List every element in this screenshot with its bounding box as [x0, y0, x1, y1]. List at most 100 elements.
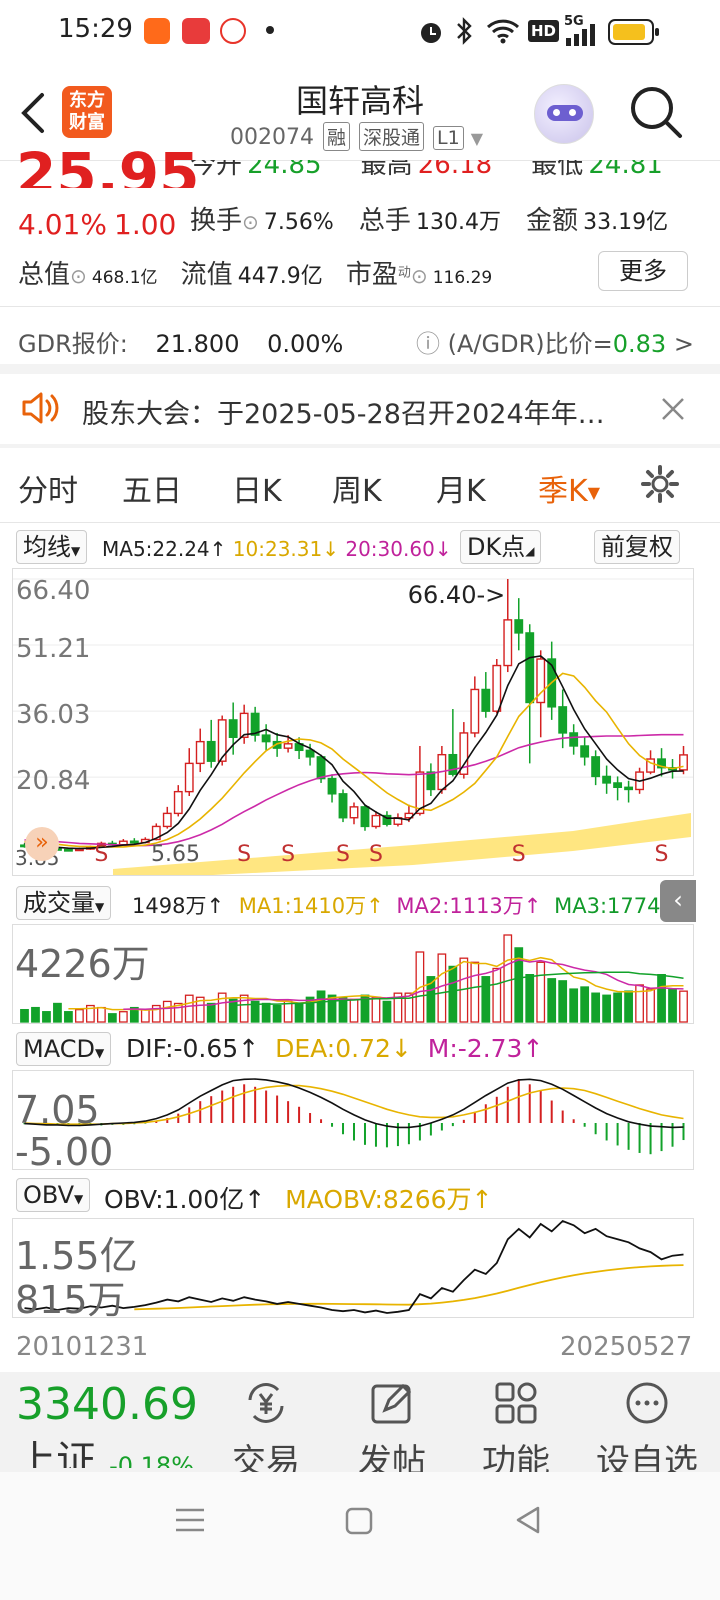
volume-bar	[668, 988, 677, 1023]
volume-bar	[624, 990, 633, 1023]
volume-bar	[371, 996, 381, 1023]
volume-bar	[349, 998, 359, 1023]
y-tick-label: 20.84	[16, 766, 90, 796]
volume-bar	[602, 994, 612, 1023]
pe-value: 116.29	[432, 268, 493, 288]
robot-assistant-icon[interactable]	[534, 84, 594, 144]
stock-code-line: 002074 融 深股通 L1 ▼	[230, 122, 483, 151]
candle-body	[371, 814, 381, 828]
notice-bar[interactable]: 股东大会：于2025-05-28召开2024年年…	[0, 374, 720, 444]
expand-double-chevron-icon[interactable]: »	[25, 827, 59, 861]
sell-signal-label: S	[336, 842, 350, 867]
volume-bar	[228, 998, 238, 1023]
candle-body	[283, 743, 293, 749]
candle-body	[338, 793, 348, 819]
tab-monthly-k[interactable]: 月K	[436, 466, 486, 510]
obv-selector[interactable]: OBV▼	[16, 1178, 91, 1212]
change-amount: 1.00	[114, 208, 177, 241]
volume-bar	[569, 988, 579, 1023]
candle-body	[228, 719, 238, 738]
more-button[interactable]: 更多	[598, 251, 688, 291]
kline-svg: 66.4051.2136.0320.8466.40->3.855.65SSSSS…	[13, 576, 693, 875]
back-triangle-icon[interactable]	[512, 1504, 542, 1536]
candle-body	[162, 812, 172, 828]
y-tick-label: 36.03	[16, 700, 90, 730]
volume-chart[interactable]: 4226万	[12, 924, 694, 1024]
nav-functions[interactable]: 功能	[456, 1380, 576, 1483]
tab-weekly-k[interactable]: 周K	[332, 466, 382, 510]
y-tick-label: -5.00	[15, 1130, 113, 1169]
stock-name: 国轩高科	[295, 82, 424, 120]
volume-selector[interactable]: 成交量▼	[16, 886, 112, 920]
ma5-value: MA5:22.24	[102, 537, 210, 561]
kline-chart[interactable]: 66.4051.2136.0320.8466.40->3.855.65SSSSS…	[12, 568, 694, 876]
maobv-line	[134, 1264, 684, 1311]
settings-gear-icon[interactable]	[640, 464, 680, 504]
dropdown-caret-icon: ▼	[71, 544, 81, 558]
weibo-app-icon	[220, 18, 246, 44]
candle-body	[613, 782, 623, 788]
volume-bar	[547, 978, 557, 1023]
nav-add-watchlist[interactable]: 设自选	[584, 1380, 710, 1483]
ma-selector[interactable]: 均线▼	[16, 530, 88, 564]
volume-bar	[382, 1000, 392, 1023]
volume-bar	[184, 994, 194, 1023]
info-icon[interactable]: ⊙	[70, 264, 87, 288]
dk-point-button[interactable]: DK点◢	[460, 530, 542, 564]
tab-quarterly-k[interactable]: 季K▼	[538, 466, 600, 510]
quote-row-2: 换手⊙ 7.56% 总手 130.4万 金额 33.19亿	[190, 200, 668, 237]
amount-label: 金额	[526, 206, 579, 236]
question-icon[interactable]: ⓘ	[416, 330, 440, 358]
nav-post[interactable]: 发帖	[332, 1380, 452, 1483]
gdr-ratio-line: ⓘ (A/GDR)比价=0.83 >	[416, 324, 694, 359]
candle-body	[206, 740, 216, 762]
chevron-down-icon[interactable]: ▼	[471, 129, 483, 148]
volume-bar	[481, 976, 491, 1023]
volume-bar	[272, 1004, 282, 1023]
adjust-button[interactable]: 前复权	[594, 530, 680, 564]
candle-body	[195, 740, 205, 765]
volume-bar	[217, 992, 227, 1023]
home-square-icon[interactable]	[344, 1506, 374, 1536]
volume-legend: 1498万↑ MA1:1410万↑ MA2:1113万↑ MA3:1774万↓	[132, 894, 699, 918]
dropdown-caret-icon: ▼	[94, 1046, 105, 1060]
candle-body	[184, 762, 194, 793]
gdr-ratio-label: (A/GDR)比价=	[447, 330, 613, 358]
y-tick-label: 4226万	[15, 942, 150, 986]
index-value: 3340.69	[16, 1382, 198, 1430]
hd-icon: HD	[528, 20, 560, 42]
index-name: 上证	[16, 1438, 96, 1468]
speaker-icon	[22, 392, 59, 424]
dropdown-caret-icon: ▼	[95, 900, 105, 914]
index-change: -0.18%	[109, 1452, 194, 1468]
macd-selector[interactable]: MACD▼	[16, 1032, 112, 1066]
volume-bar	[591, 992, 601, 1023]
tab-daily-k[interactable]: 日K	[232, 466, 282, 510]
search-icon[interactable]	[628, 84, 684, 140]
obv-chart[interactable]: 1.55亿 815万	[12, 1218, 694, 1318]
notice-text: 股东大会：于2025-05-28召开2024年年…	[82, 399, 605, 430]
macd-chart[interactable]: 7.05 -5.00	[12, 1070, 694, 1170]
gdr-label: GDR报价:	[18, 330, 128, 358]
connect-tag: 深股通	[359, 122, 425, 151]
chevron-right-icon: >	[673, 330, 694, 358]
nav-trade[interactable]: 交易	[206, 1380, 326, 1483]
close-icon[interactable]	[660, 396, 686, 422]
info-icon[interactable]: ⊙	[411, 264, 428, 288]
index-ticker[interactable]: 3340.69 上证 -0.18%	[16, 1382, 216, 1468]
app-screen: 15:29 HD 5G 东方 财富 国轩高科 002074 融 深股通 L1 ▼	[0, 0, 720, 1600]
ma20-value: 20:30.60	[345, 537, 435, 561]
dropdown-caret-icon: ▼	[587, 483, 600, 502]
info-icon[interactable]: ⊙	[242, 210, 259, 234]
menu-lines-icon[interactable]	[174, 1506, 206, 1534]
y-tick-label: 66.40	[16, 576, 90, 606]
volume-label: 总手	[358, 206, 411, 236]
tab-five-day[interactable]: 五日	[122, 466, 182, 510]
collapse-chevron-left-icon[interactable]: ‹	[660, 880, 696, 922]
sell-signal-label: S	[655, 842, 669, 867]
macd-legend: DIF:-0.65↑ DEA:0.72↓ M:-2.73↑	[126, 1034, 544, 1063]
candle-body	[360, 806, 370, 828]
float-value: 447.9亿	[237, 264, 323, 289]
gdr-row[interactable]: GDR报价: 21.800 0.00% ⓘ (A/GDR)比价=0.83 >	[18, 324, 708, 359]
tab-intraday[interactable]: 分时	[18, 466, 78, 510]
